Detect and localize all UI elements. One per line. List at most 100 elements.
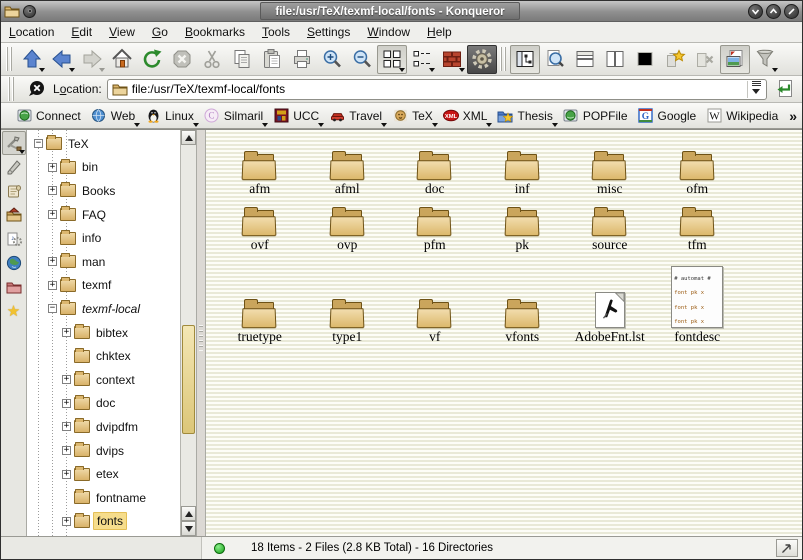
toolbar-handle[interactable] <box>6 47 14 71</box>
scrollbar-thumb[interactable] <box>182 325 195 435</box>
menu-location[interactable]: Location <box>9 25 54 39</box>
file-item-type1[interactable]: type1 <box>304 252 392 344</box>
file-item-vf[interactable]: vf <box>391 252 479 344</box>
file-item-afm[interactable]: afm <box>216 138 304 196</box>
bookmark-wikipedia[interactable]: W Wikipedia <box>703 106 783 126</box>
menu-bookmarks[interactable]: Bookmarks <box>185 25 245 39</box>
file-item-fontdesc[interactable]: # automat # font pk x font pk x font pk … <box>654 252 742 344</box>
tree-expander[interactable]: + <box>62 446 71 455</box>
file-item-ovf[interactable]: ovf <box>216 196 304 252</box>
filter-button[interactable] <box>750 45 780 74</box>
file-item-pk[interactable]: pk <box>479 196 567 252</box>
sidebar-services-tab[interactable]: ♪ <box>2 227 26 251</box>
tree-expander[interactable]: + <box>62 328 71 337</box>
file-item-ovp[interactable]: ovp <box>304 196 392 252</box>
menu-window[interactable]: Window <box>367 25 410 39</box>
tree-expander[interactable]: + <box>48 210 57 219</box>
tree-expander[interactable]: + <box>48 257 57 266</box>
new-tab-button[interactable] <box>660 45 690 74</box>
tree-item-doc[interactable]: +doc <box>27 392 180 416</box>
bookmark-connect[interactable]: Connect <box>13 106 86 126</box>
icon-view-button[interactable] <box>377 45 407 74</box>
tree-scrollbar[interactable] <box>180 130 196 536</box>
tree-expander[interactable]: + <box>62 517 71 526</box>
bricks-view-button[interactable] <box>437 45 467 74</box>
bookmark-popfile[interactable]: POPFile <box>560 106 633 126</box>
forward-button[interactable] <box>77 45 107 74</box>
bookmark-tex[interactable]: TeX <box>389 106 438 126</box>
close-view-button[interactable] <box>630 45 660 74</box>
stop-button[interactable] <box>167 45 197 74</box>
bookmark-web[interactable]: Web <box>88 106 140 126</box>
sidebar-bookmarks-tab[interactable] <box>2 155 26 179</box>
sidebar-network-tab[interactable] <box>2 251 26 275</box>
gear-settings-button[interactable] <box>467 45 497 74</box>
tree-expander[interactable]: + <box>48 186 57 195</box>
find-file-button[interactable] <box>540 45 570 74</box>
tree-item-books[interactable]: +Books <box>27 179 180 203</box>
tree-expander[interactable]: + <box>62 399 71 408</box>
configure-sidebar-button[interactable] <box>2 131 26 155</box>
bookmark-silmaril[interactable]: C Silmaril <box>201 106 268 126</box>
bookmark-ucc[interactable]: UCC <box>270 106 324 126</box>
go-button[interactable] <box>772 78 798 101</box>
tree-item-texmf-local[interactable]: −texmf-local <box>27 297 180 321</box>
tree-item-dvips[interactable]: +dvips <box>27 439 180 463</box>
file-item-adobefnt-lst[interactable]: AdobeFnt.lst <box>566 252 654 344</box>
tree-item-fonts[interactable]: +fonts <box>27 510 180 534</box>
detailed-list-view-button[interactable] <box>407 45 437 74</box>
tree-item-tex[interactable]: −TeX <box>27 132 180 156</box>
file-item-misc[interactable]: misc <box>566 138 654 196</box>
tree-item-etex[interactable]: +etex <box>27 462 180 486</box>
back-button[interactable] <box>47 45 77 74</box>
zoom-out-button[interactable] <box>347 45 377 74</box>
menu-help[interactable]: Help <box>427 25 452 39</box>
file-item-vfonts[interactable]: vfonts <box>479 252 567 344</box>
zoom-in-button[interactable] <box>317 45 347 74</box>
tree-item-faq[interactable]: +FAQ <box>27 203 180 227</box>
titlebar[interactable]: file:/usr/TeX/texmf-local/fonts - Konque… <box>1 1 802 22</box>
file-item-doc[interactable]: doc <box>391 138 479 196</box>
tree-item-info[interactable]: info <box>27 226 180 250</box>
locationbar-handle[interactable] <box>8 77 16 101</box>
tree-item-dvipdfm[interactable]: +dvipdfm <box>27 415 180 439</box>
tree-item-bin[interactable]: +bin <box>27 156 180 180</box>
file-item-inf[interactable]: inf <box>479 138 567 196</box>
toolbar-separator[interactable] <box>500 47 507 71</box>
location-history-dropdown[interactable] <box>747 81 764 98</box>
scroll-up-button[interactable] <box>181 130 196 145</box>
sidebar-home-directory-tab[interactable] <box>2 203 26 227</box>
tree-expander[interactable]: + <box>62 470 71 479</box>
file-item-ofm[interactable]: ofm <box>654 138 742 196</box>
tree-item-texmf[interactable]: +texmf <box>27 274 180 298</box>
home-button[interactable] <box>107 45 137 74</box>
tree-expander[interactable]: + <box>48 163 57 172</box>
copy-button[interactable] <box>227 45 257 74</box>
tree-item-man[interactable]: +man <box>27 250 180 274</box>
tree-item-chktex[interactable]: chktex <box>27 344 180 368</box>
file-item-source[interactable]: source <box>566 196 654 252</box>
close-button[interactable] <box>784 4 799 19</box>
tree-expander[interactable]: + <box>62 422 71 431</box>
menu-edit[interactable]: Edit <box>71 25 92 39</box>
up-button[interactable] <box>17 45 47 74</box>
bookmark-thesis[interactable]: Thesis <box>494 106 557 126</box>
file-item-pfm[interactable]: pfm <box>391 196 479 252</box>
maximize-button[interactable] <box>766 4 781 19</box>
bookmark-google[interactable]: G Google <box>635 106 702 126</box>
tree-expander[interactable]: + <box>48 281 57 290</box>
location-value[interactable]: file:/usr/TeX/texmf-local/fonts <box>132 82 743 96</box>
image-preview-button[interactable] <box>720 45 750 74</box>
bookmark-xml[interactable]: XML XML <box>440 106 493 126</box>
reload-button[interactable] <box>137 45 167 74</box>
resize-grip[interactable] <box>776 539 798 557</box>
location-input[interactable]: file:/usr/TeX/texmf-local/fonts <box>107 79 767 100</box>
tree-expander[interactable]: − <box>34 139 43 148</box>
split-view-left-right-button[interactable] <box>600 45 630 74</box>
print-button[interactable] <box>287 45 317 74</box>
bookmark-travel[interactable]: Travel <box>326 106 387 126</box>
minimize-button[interactable] <box>748 4 763 19</box>
sticky-button[interactable] <box>23 5 36 18</box>
panel-splitter[interactable] <box>197 130 206 536</box>
tree-expander[interactable]: − <box>48 304 57 313</box>
